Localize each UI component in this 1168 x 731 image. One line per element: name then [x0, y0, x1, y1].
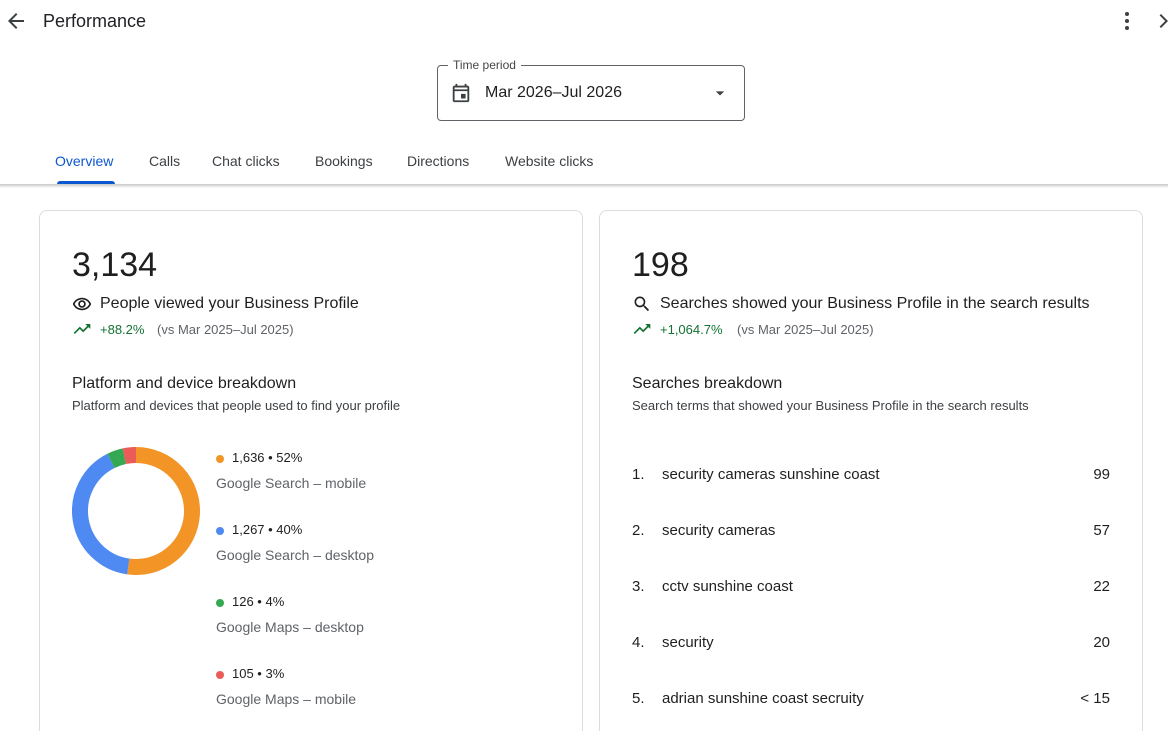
calendar-icon — [450, 82, 472, 104]
trending-up-icon — [72, 321, 92, 337]
legend-item: 1,267 • 40% Google Search – desktop — [216, 519, 516, 567]
legend-item: 1,636 • 52% Google Search – mobile — [216, 447, 516, 495]
top-bar: Performance — [0, 0, 1168, 44]
trending-up-icon — [632, 321, 652, 337]
search-term-row: 3. cctv sunshine coast 22 — [632, 575, 1112, 599]
searches-breakdown-subtitle: Search terms that showed your Business P… — [632, 398, 1029, 413]
tab-bar-shadow — [0, 184, 1168, 188]
legend-dot — [216, 527, 224, 535]
eye-icon — [72, 294, 92, 314]
tab-website-clicks[interactable]: Website clicks — [505, 152, 593, 170]
legend-item: 105 • 3% Google Maps – mobile — [216, 663, 516, 711]
donut-slice-maps-mobile[interactable] — [122, 447, 137, 465]
search-term: security cameras — [662, 522, 776, 539]
profile-views-label: People viewed your Business Profile — [100, 295, 359, 312]
tab-calls[interactable]: Calls — [149, 152, 180, 170]
platform-donut-chart — [72, 447, 200, 575]
time-period-value: Mar 2026–Jul 2026 — [485, 84, 622, 101]
legend-value: 1,636 • 52% — [232, 450, 303, 465]
searches-card: 198 Searches showed your Business Profil… — [599, 210, 1143, 731]
platform-breakdown-title: Platform and device breakdown — [72, 375, 297, 392]
search-term: cctv sunshine coast — [662, 578, 793, 595]
search-count: < 15 — [1080, 690, 1110, 707]
tab-bookings[interactable]: Bookings — [315, 152, 373, 170]
legend-value: 126 • 4% — [232, 594, 285, 609]
dropdown-arrow-icon — [710, 83, 730, 103]
search-rank: 2. — [632, 522, 645, 539]
search-rank: 4. — [632, 634, 645, 651]
searches-label: Searches showed your Business Profile in… — [660, 295, 1090, 312]
search-term-row: 4. security 20 — [632, 631, 1112, 655]
search-count: 22 — [1093, 578, 1110, 595]
legend-name: Google Maps – mobile — [216, 691, 357, 707]
search-rank: 5. — [632, 690, 645, 707]
legend-dot — [216, 455, 224, 463]
profile-views-change: +88.2% — [100, 322, 145, 337]
search-term: security cameras sunshine coast — [662, 466, 880, 483]
tab-bar: Overview Calls Chat clicks Bookings Dire… — [0, 140, 1168, 185]
search-icon — [632, 294, 652, 314]
searches-breakdown-title: Searches breakdown — [632, 375, 783, 392]
legend-name: Google Search – desktop — [216, 547, 374, 563]
page-title: Performance — [43, 11, 147, 31]
search-term-row: 5. adrian sunshine coast secruity < 15 — [632, 687, 1112, 711]
chevron-right-icon[interactable] — [1151, 9, 1168, 33]
legend-item: 126 • 4% Google Maps – desktop — [216, 591, 516, 639]
searches-total: 198 — [632, 246, 689, 284]
legend-value: 1,267 • 40% — [232, 522, 303, 537]
searches-change: +1,064.7% — [660, 322, 723, 337]
time-period-select[interactable]: Time period Mar 2026–Jul 2026 — [437, 58, 745, 121]
time-period-label: Time period — [448, 58, 521, 72]
profile-views-card: 3,134 People viewed your Business Profil… — [39, 210, 583, 731]
search-term: adrian sunshine coast secruity — [662, 690, 864, 707]
search-term: security — [662, 634, 714, 651]
search-count: 20 — [1093, 634, 1110, 651]
tab-overview[interactable]: Overview — [55, 152, 113, 170]
legend-dot — [216, 599, 224, 607]
legend-value: 105 • 3% — [232, 666, 285, 681]
more-vert-icon[interactable] — [1115, 9, 1139, 33]
search-count: 57 — [1093, 522, 1110, 539]
platform-breakdown-subtitle: Platform and devices that people used to… — [72, 398, 401, 413]
arrow-back-icon[interactable] — [4, 9, 28, 33]
profile-views-total: 3,134 — [72, 246, 158, 284]
profile-views-comparison: (vs Mar 2025–Jul 2025) — [157, 322, 294, 337]
search-rank: 3. — [632, 578, 645, 595]
searches-comparison: (vs Mar 2025–Jul 2025) — [737, 322, 874, 337]
legend-dot — [216, 671, 224, 679]
tab-chat-clicks[interactable]: Chat clicks — [212, 152, 280, 170]
tab-directions[interactable]: Directions — [407, 152, 469, 170]
search-term-row: 2. security cameras 57 — [632, 519, 1112, 543]
donut-slice-search-desktop[interactable] — [72, 453, 130, 575]
legend-name: Google Maps – desktop — [216, 619, 364, 635]
search-rank: 1. — [632, 466, 645, 483]
donut-slice-maps-desktop[interactable] — [107, 448, 127, 469]
legend-name: Google Search – mobile — [216, 475, 367, 491]
donut-slice-search-mobile[interactable] — [127, 447, 200, 575]
search-count: 99 — [1093, 466, 1110, 483]
search-term-row: 1. security cameras sunshine coast 99 — [632, 463, 1112, 487]
